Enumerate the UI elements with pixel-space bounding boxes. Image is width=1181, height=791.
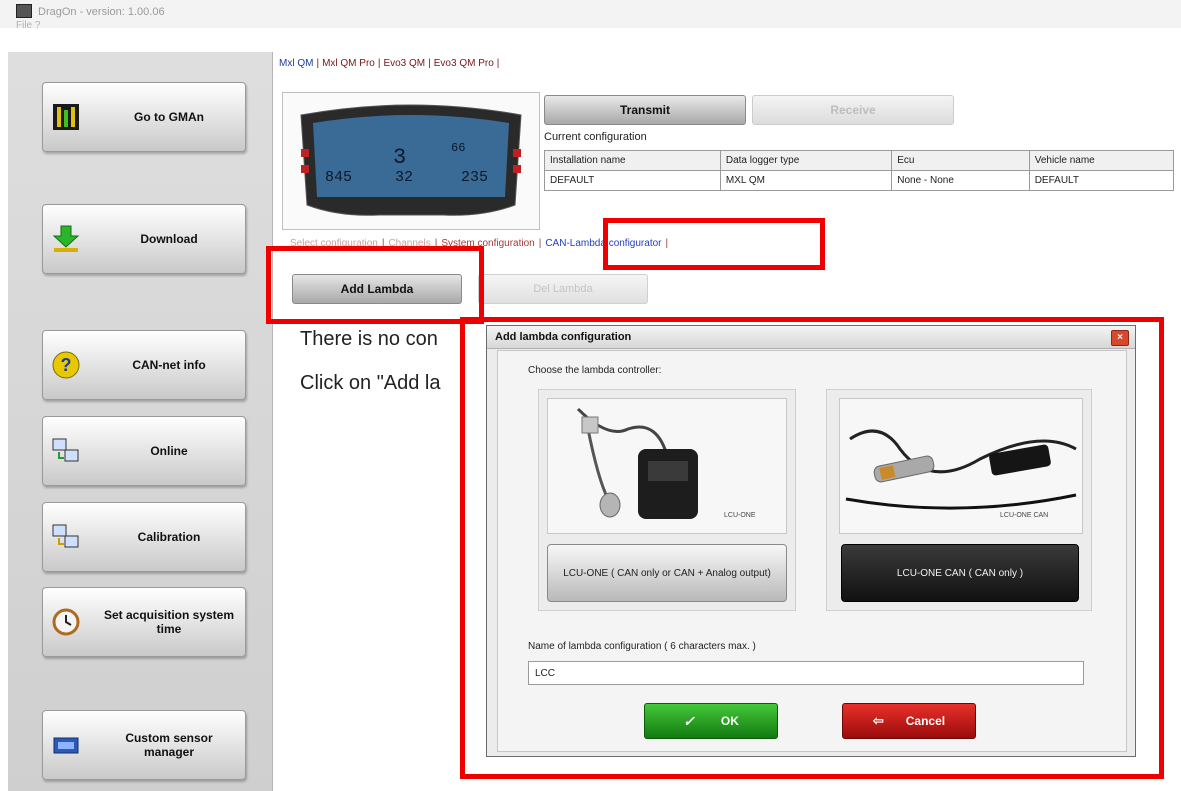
- online-button[interactable]: Online: [42, 416, 246, 486]
- receive-button[interactable]: Receive: [752, 95, 954, 125]
- download-icon: [51, 224, 81, 254]
- title-bar: DragOn - version: 1.00.06 File ?: [0, 0, 1181, 31]
- dialog-title: Add lambda configuration: [495, 331, 632, 343]
- ok-button[interactable]: ✓ OK: [644, 703, 778, 739]
- dialog-body: Choose the lambda controller: LCU-ONE LC…: [497, 350, 1127, 752]
- lcu-one-button[interactable]: LCU-ONE ( CAN only or CAN + Analog outpu…: [547, 544, 787, 602]
- app-icon: [16, 4, 32, 18]
- ok-label: OK: [720, 714, 739, 728]
- add-lambda-button[interactable]: Add Lambda: [292, 274, 462, 304]
- dialog-title-bar: Add lambda configuration ×: [487, 326, 1135, 349]
- online-icon: [51, 436, 81, 466]
- tab-mxl-qm-pro[interactable]: Mxl QM Pro: [319, 58, 378, 69]
- table-cell: MXL QM: [719, 170, 893, 191]
- empty-message-line-2: Click on "Add la: [300, 372, 441, 394]
- tab-channels[interactable]: Channels: [384, 238, 434, 249]
- sidebar-button-label: Custom sensor manager: [125, 731, 213, 759]
- check-icon: ✓: [683, 712, 695, 729]
- go-to-gman-button[interactable]: Go to GMAn: [42, 82, 246, 152]
- table-row[interactable]: DEFAULT MXL QM None - None DEFAULT: [544, 170, 1175, 191]
- can-net-info-button[interactable]: ? CAN-net info: [42, 330, 246, 400]
- dash-readout-right: 235: [461, 169, 488, 186]
- sensor-manager-icon: [51, 730, 81, 760]
- table-cell: None - None: [891, 170, 1030, 191]
- clock-icon: [51, 607, 81, 637]
- lcu-one-can-button[interactable]: LCU-ONE CAN ( CAN only ): [841, 544, 1079, 602]
- choose-controller-label: Choose the lambda controller:: [528, 365, 662, 376]
- cancel-label: Cancel: [905, 714, 946, 728]
- option-lcu-one-can: LCU-ONE CAN LCU-ONE CAN ( CAN only ): [826, 389, 1092, 611]
- sidebar-button-label: Download: [140, 232, 198, 246]
- exit-icon: ⇦: [872, 713, 884, 728]
- device-tabs: Mxl QM | Mxl QM Pro | Evo3 QM | Evo3 QM Pro |: [276, 58, 499, 69]
- table-cell: DEFAULT: [544, 170, 721, 191]
- transmit-button[interactable]: Transmit: [544, 95, 746, 125]
- calibration-button[interactable]: Calibration: [42, 502, 246, 572]
- tab-can-lambda-configurator[interactable]: CAN-Lambda configurator: [541, 238, 665, 249]
- close-icon[interactable]: ×: [1111, 330, 1129, 346]
- question-icon: ?: [51, 350, 81, 380]
- dash-readout-left: 845: [325, 169, 352, 186]
- tab-select-configuration[interactable]: Select configuration: [286, 238, 382, 249]
- configuration-tabs: Select configuration | Channels | System con…: [286, 238, 668, 249]
- calibration-icon: [51, 522, 81, 552]
- column-header: Data logger type: [719, 150, 893, 171]
- menu-bar[interactable]: File ?: [16, 20, 40, 31]
- dash-display-image: 3 66 845 32 235: [282, 92, 540, 230]
- table-header-row: Installation name Data logger type Ecu V…: [544, 150, 1175, 171]
- tab-evo3-qm-pro[interactable]: Evo3 QM Pro: [431, 58, 497, 69]
- gman-icon: [51, 102, 81, 132]
- lcu-one-photo-caption: LCU-ONE: [724, 512, 756, 519]
- download-button[interactable]: Download: [42, 204, 246, 274]
- table-cell: DEFAULT: [1028, 170, 1175, 191]
- configuration-table: Installation name Data logger type Ecu V…: [544, 150, 1175, 191]
- window-title: DragOn - version: 1.00.06: [38, 6, 165, 18]
- sidebar-button-label: CAN-net info: [132, 358, 206, 372]
- tab-mxl-qm[interactable]: Mxl QM: [276, 58, 316, 69]
- dash-gear: 3: [393, 145, 406, 170]
- sidebar-button-label: Go to GMAn: [134, 110, 204, 124]
- name-field-label: Name of lambda configuration ( 6 charact…: [528, 641, 756, 652]
- column-header: Ecu: [891, 150, 1030, 171]
- sidebar: Go to GMAn Download ? CAN-net info Onlin…: [8, 52, 273, 791]
- del-lambda-button[interactable]: Del Lambda: [478, 274, 648, 304]
- tab-evo3-qm[interactable]: Evo3 QM: [380, 58, 428, 69]
- column-header: Vehicle name: [1028, 150, 1175, 171]
- column-header: Installation name: [544, 150, 721, 171]
- current-configuration-label: Current configuration: [544, 131, 647, 143]
- sidebar-button-label: Set acquisition system time: [103, 608, 235, 636]
- name-field[interactable]: LCC: [528, 661, 1084, 685]
- add-lambda-dialog: Add lambda configuration × Choose the la…: [486, 325, 1136, 757]
- tab-system-configuration[interactable]: System configuration: [437, 238, 538, 249]
- set-acquisition-time-button[interactable]: Set acquisition system time: [42, 587, 246, 657]
- custom-sensor-manager-button[interactable]: Custom sensor manager: [42, 710, 246, 780]
- cancel-button[interactable]: ⇦ Cancel: [842, 703, 976, 739]
- option-lcu-one: LCU-ONE LCU-ONE ( CAN only or CAN + Anal…: [538, 389, 796, 611]
- dash-readout-mid: 32: [395, 169, 413, 186]
- lcu-one-photo: LCU-ONE: [547, 398, 787, 534]
- lcu-one-can-photo: LCU-ONE CAN: [839, 398, 1083, 534]
- dash-speed: 66: [451, 141, 465, 155]
- sidebar-button-label: Online: [150, 444, 188, 458]
- lcu-one-can-photo-caption: LCU-ONE CAN: [1000, 512, 1048, 519]
- sidebar-button-label: Calibration: [137, 530, 201, 544]
- empty-message-line-1: There is no con: [300, 328, 438, 350]
- svg-text:?: ?: [61, 355, 72, 375]
